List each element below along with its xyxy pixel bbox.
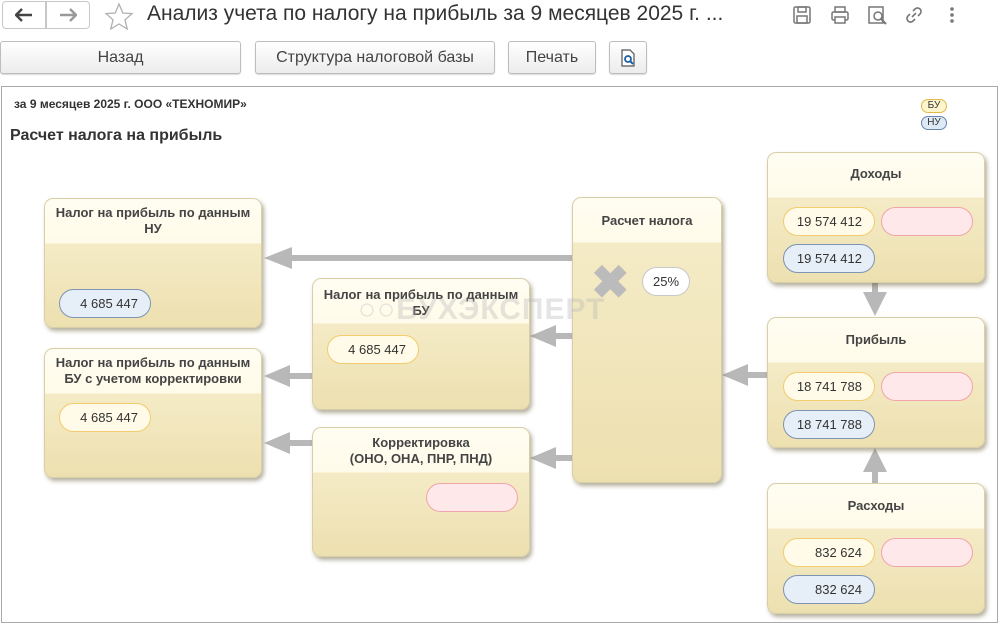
forward-arrow-button[interactable] <box>46 1 90 29</box>
adjustment-value[interactable] <box>426 483 518 512</box>
expenses-nu-value[interactable]: 832 624 <box>783 575 875 604</box>
report-title: Расчет налога на прибыль <box>10 127 223 144</box>
report-period: за 9 месяцев 2025 г. ООО «ТЕХНОМИР» <box>14 97 247 111</box>
save-icon[interactable] <box>791 4 813 26</box>
tax-nu-value[interactable]: 4 685 447 <box>59 289 151 318</box>
preview-icon[interactable] <box>866 4 888 26</box>
watermark-rings-icon: ○○ <box>358 293 397 326</box>
legend-bu-badge: БУ <box>921 99 947 113</box>
search-document-icon <box>621 48 635 67</box>
watermark-text: БУХЭКСПЕРТ <box>396 293 606 326</box>
expenses-bu-value[interactable]: 832 624 <box>783 538 875 567</box>
title-bar: Анализ учета по налогу на прибыль за 9 м… <box>0 0 999 32</box>
search-report-button[interactable] <box>609 41 647 74</box>
favorite-star-icon[interactable] <box>104 2 134 31</box>
income-box: Доходы 19 574 412 19 574 412 <box>767 152 985 283</box>
tax-base-structure-button[interactable]: Структура налоговой базы <box>255 41 495 74</box>
arrow-right-icon <box>60 8 77 22</box>
tax-calculation-box: Расчет налога 25% <box>572 197 722 483</box>
back-arrow-button[interactable] <box>2 1 46 29</box>
legend-nu-badge: НУ <box>921 116 947 130</box>
income-nu-value[interactable]: 19 574 412 <box>783 244 875 273</box>
profit-box: Прибыль 18 741 788 18 741 788 <box>767 317 985 448</box>
tax-bu-adjusted-title: Налог на прибыль по данным БУ с учетом к… <box>55 355 251 386</box>
profit-bu-value[interactable]: 18 741 788 <box>783 372 875 401</box>
tax-rate-value[interactable]: 25% <box>642 267 690 296</box>
arrow-left-icon <box>15 8 32 22</box>
print-button[interactable]: Печать <box>508 41 596 74</box>
tax-nu-box: Налог на прибыль по данным НУ 4 685 447 <box>44 198 262 328</box>
tax-calculation-title: Расчет налога <box>601 213 693 228</box>
link-icon[interactable] <box>903 4 925 26</box>
income-title: Доходы <box>850 166 902 181</box>
tax-bu-adjusted-box: Налог на прибыль по данным БУ с учетом к… <box>44 348 262 478</box>
adjustment-box: Корректировка (ОНО, ОНА, ПНР, ПНД) <box>312 427 530 557</box>
expenses-diff-value[interactable] <box>881 538 973 567</box>
income-diff-value[interactable] <box>881 207 973 236</box>
watermark-logo: ○○БУХЭКСПЕРТ <box>358 293 605 327</box>
profit-nu-value[interactable]: 18 741 788 <box>783 410 875 439</box>
expenses-title: Расходы <box>847 498 905 513</box>
profit-title: Прибыль <box>845 332 907 347</box>
tax-bu-value[interactable]: 4 685 447 <box>327 335 419 364</box>
back-button[interactable]: Назад <box>0 41 241 74</box>
adjustment-subtitle: (ОНО, ОНА, ПНР, ПНД) <box>349 451 493 466</box>
expenses-box: Расходы 832 624 832 624 <box>767 483 985 614</box>
adjustment-title: Корректировка <box>372 435 470 450</box>
income-bu-value[interactable]: 19 574 412 <box>783 207 875 236</box>
print-icon[interactable] <box>829 4 851 26</box>
window-title: Анализ учета по налогу на прибыль за 9 м… <box>147 2 724 25</box>
more-menu-icon[interactable] <box>941 4 963 26</box>
tax-nu-title: Налог на прибыль по данным НУ <box>55 205 251 236</box>
profit-diff-value[interactable] <box>881 372 973 401</box>
tax-bu-adjusted-value[interactable]: 4 685 447 <box>59 403 151 432</box>
